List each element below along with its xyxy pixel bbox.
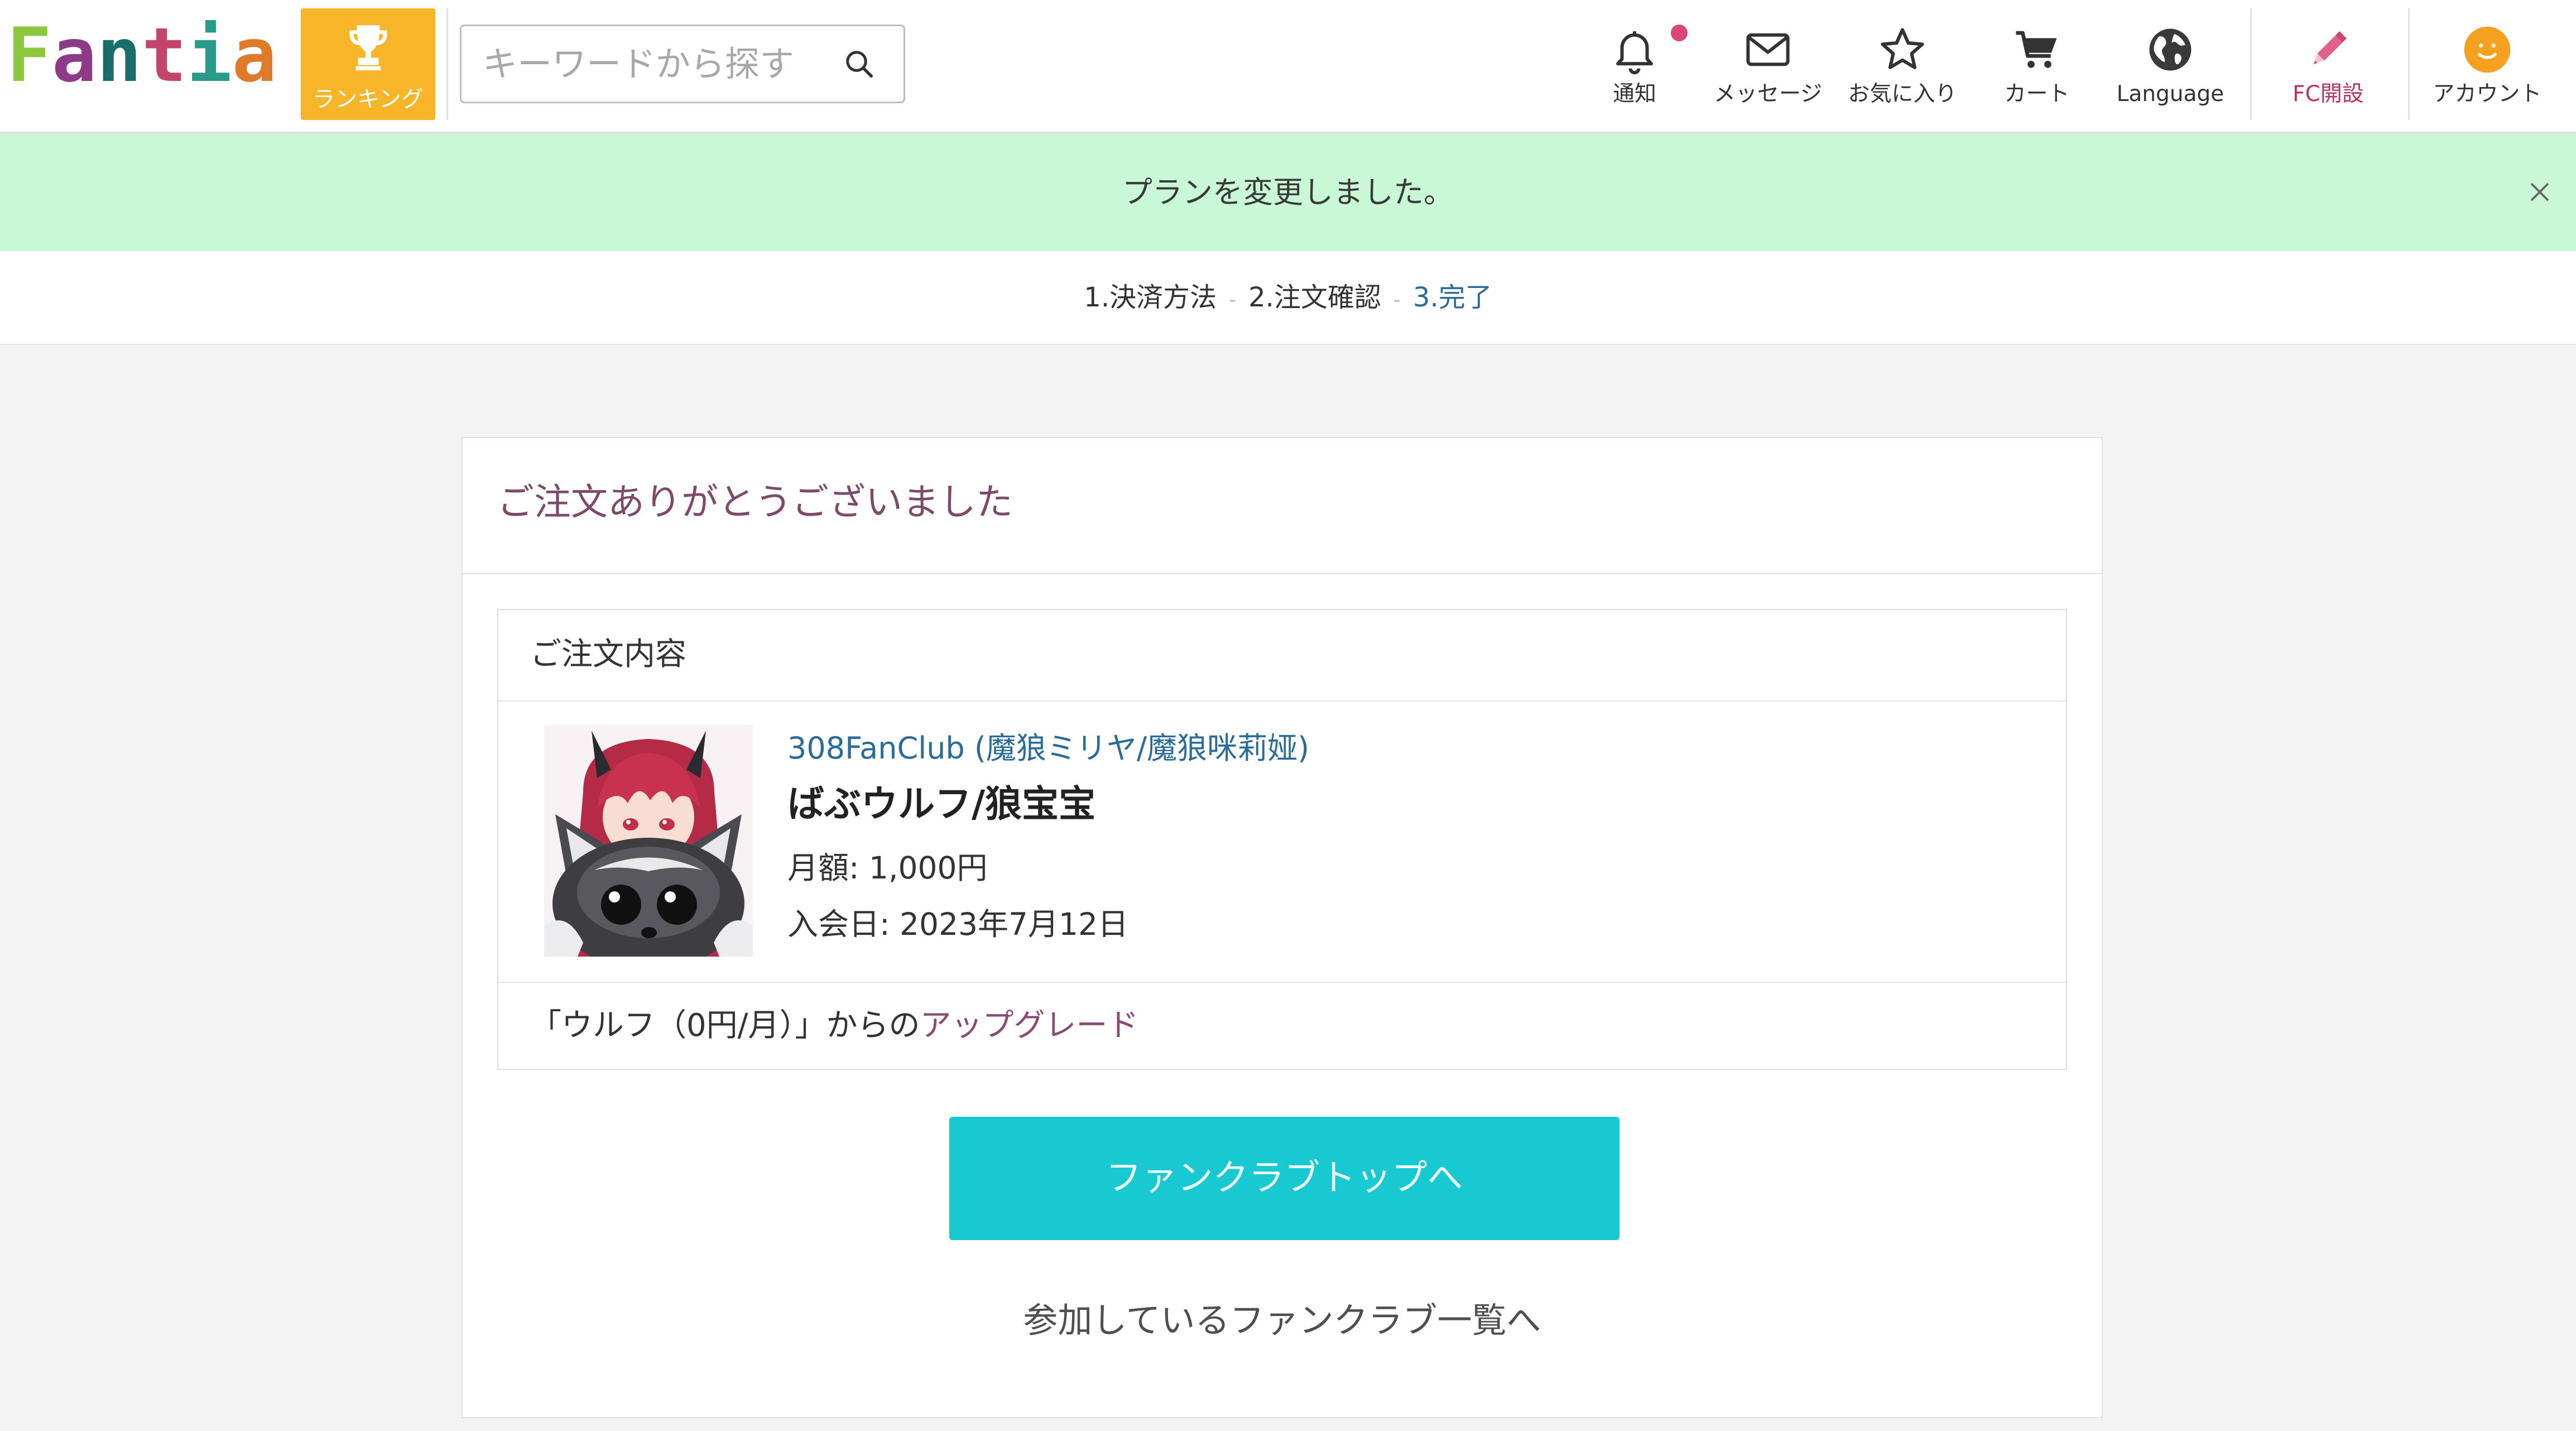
step-complete: 3.完了	[1412, 282, 1492, 313]
ranking-button[interactable]: ランキング	[301, 8, 435, 120]
fantia-logo[interactable]: Fantia	[7, 18, 277, 93]
nav-account[interactable]: アカウント	[2423, 11, 2551, 123]
site-header: Fantia ランキング 通知	[0, 0, 2576, 133]
order-complete-card: ご注文ありがとうございました ご注文内容 308FanClub (魔狼ミリヤ/魔…	[462, 437, 2103, 1418]
logo-letter: n	[97, 12, 142, 99]
nav-notifications[interactable]: 通知	[1570, 11, 1699, 123]
nav-language[interactable]: Language	[2106, 11, 2234, 123]
nav-label: アカウント	[2433, 81, 2542, 107]
trophy-icon	[349, 25, 387, 71]
nav-label: FC開設	[2293, 81, 2364, 107]
search-icon[interactable]	[843, 47, 876, 81]
order-details-heading: ご注文内容	[530, 636, 686, 673]
fanclub-name-link[interactable]: 308FanClub (魔狼ミリヤ/魔狼咪莉娅)	[787, 729, 1309, 768]
close-icon[interactable]	[2523, 175, 2556, 209]
ranking-label: ランキング	[313, 87, 424, 112]
logo-letter: t	[142, 12, 187, 99]
step-payment-method: 1.決済方法	[1084, 282, 1217, 313]
upgrade-note: 「ウルフ（0円/月）」からのアップグレード	[530, 982, 1139, 1070]
page-title: ご注文ありがとうございました	[497, 481, 1013, 524]
joined-fanclubs-link[interactable]: 参加しているファンクラブ一覧へ	[463, 1298, 2102, 1343]
plan-name: ばぶウルフ/狼宝宝	[787, 782, 1096, 825]
logo-letter: i	[186, 12, 232, 99]
upgrade-note-prefix: 「ウルフ（0円/月）」からの	[530, 1007, 920, 1044]
search-input[interactable]	[482, 26, 839, 102]
nav-messages[interactable]: メッセージ	[1704, 11, 1832, 123]
nav-label: 通知	[1612, 81, 1656, 107]
fanclub-top-button[interactable]: ファンクラブトップへ	[949, 1117, 1619, 1240]
nav-favorites[interactable]: お気に入り	[1838, 11, 1967, 123]
success-alert: プランを変更しました。	[0, 133, 2576, 251]
nav-open-fanclub[interactable]: FC開設	[2264, 11, 2392, 123]
card-divider	[463, 573, 2102, 574]
globe-icon	[2145, 25, 2195, 75]
step-separator: -	[1393, 289, 1401, 311]
alert-message: プランを変更しました。	[1122, 175, 1454, 210]
fanclub-thumbnail	[544, 725, 753, 957]
pencil-icon	[2303, 25, 2353, 75]
nav-label: カート	[2004, 81, 2070, 107]
nav-cart[interactable]: カート	[1973, 11, 2101, 123]
nav-label: Language	[2116, 81, 2224, 107]
header-divider	[446, 8, 448, 120]
upgrade-note-highlight: アップグレード	[920, 1007, 1139, 1044]
checkout-steps: 1.決済方法 -2.注文確認 -3.完了	[0, 251, 2576, 345]
order-divider	[498, 700, 2066, 702]
notification-badge	[1671, 25, 1688, 41]
bell-icon	[1609, 25, 1660, 75]
cart-icon	[2012, 25, 2062, 75]
logo-letter: a	[232, 12, 277, 99]
logo-letter: a	[51, 12, 97, 99]
monthly-fee: 月額: 1,000円	[787, 850, 988, 886]
search-box	[460, 25, 905, 103]
nav-label: メッセージ	[1713, 81, 1823, 107]
step-separator: -	[1229, 289, 1237, 311]
account-avatar-icon	[2462, 25, 2512, 75]
logo-letter: F	[7, 12, 52, 99]
header-divider	[2250, 8, 2252, 120]
nav-label: お気に入り	[1848, 81, 1957, 107]
star-icon	[1877, 25, 1928, 75]
order-details-box: ご注文内容 308FanClub (魔狼ミリヤ/魔狼咪莉娅) ばぶウルフ/狼宝宝…	[497, 609, 2067, 1070]
step-order-confirm: 2.注文確認	[1248, 282, 1381, 313]
header-divider	[2408, 8, 2410, 120]
join-date: 入会日: 2023年7月12日	[787, 906, 1128, 942]
envelope-icon	[1743, 25, 1793, 75]
